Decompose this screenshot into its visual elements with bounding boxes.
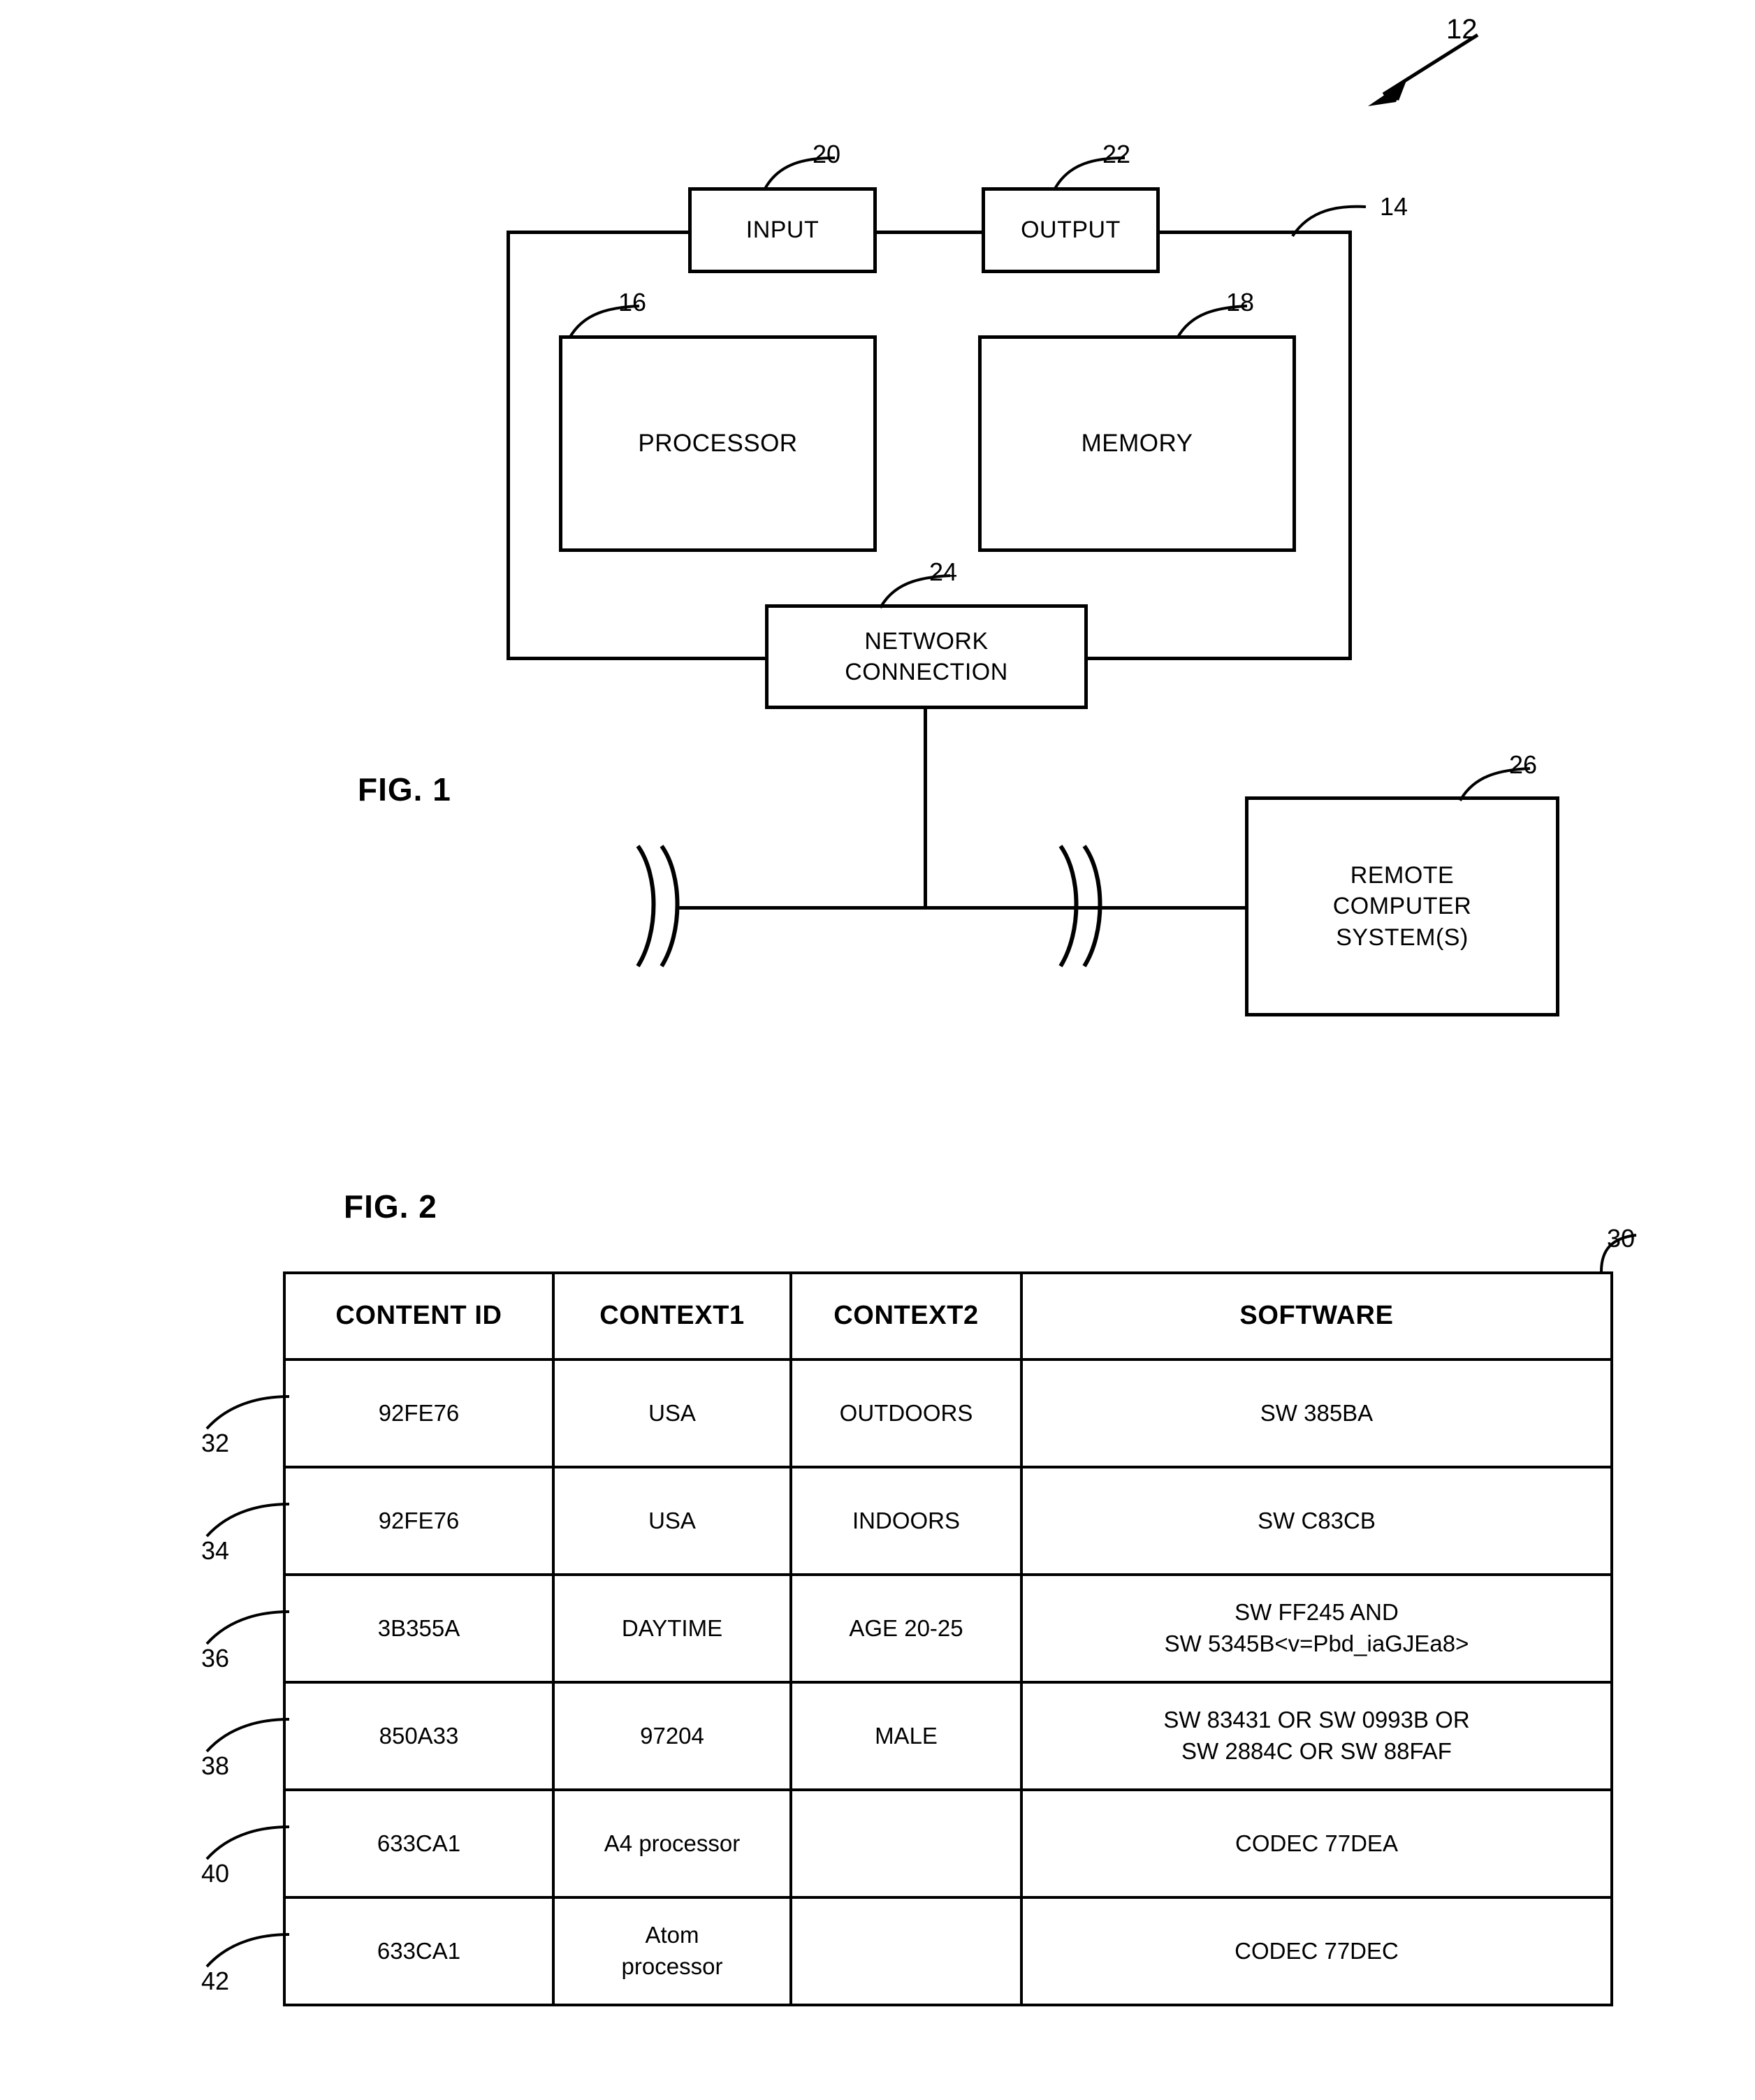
ref-number-12: 12 <box>1446 14 1478 45</box>
block-network-label-line2: CONNECTION <box>845 659 1008 685</box>
block-processor-label: PROCESSOR <box>638 430 798 458</box>
cell-context2 <box>789 1896 1023 2006</box>
figure-1-caption: FIG. 1 <box>358 771 451 808</box>
ref-number-36: 36 <box>201 1644 230 1672</box>
bus-right-vertical <box>1348 231 1352 660</box>
block-processor: PROCESSOR <box>559 335 877 552</box>
block-memory-label: MEMORY <box>1081 430 1193 458</box>
ref-number-18: 18 <box>1226 288 1255 316</box>
column-header-software: SOFTWARE <box>1020 1271 1613 1361</box>
block-network-label-line1: NETWORK <box>864 627 989 655</box>
block-remote-computer-system: REMOTE COMPUTER SYSTEM(S) <box>1245 796 1559 1016</box>
network-drop-line <box>924 709 927 908</box>
cell-content-id: 850A33 <box>283 1681 555 1791</box>
block-remote-label-line1: REMOTE <box>1350 862 1455 889</box>
cell-context2: MALE <box>789 1681 1023 1791</box>
column-header-context2: CONTEXT2 <box>789 1271 1023 1361</box>
network-bus-left <box>678 906 924 910</box>
cell-software: CODEC 77DEC <box>1020 1896 1613 2006</box>
cell-context1: Atom processor <box>552 1896 792 2006</box>
cell-software: SW 385BA <box>1020 1358 1613 1468</box>
ref-number-22: 22 <box>1102 140 1131 168</box>
table-row: 92FE76 USA OUTDOORS SW 385BA <box>283 1358 1613 1468</box>
ref-number-38: 38 <box>201 1751 230 1780</box>
figure-2-caption: FIG. 2 <box>344 1188 437 1225</box>
ref-number-14: 14 <box>1380 192 1408 221</box>
cell-content-id: 633CA1 <box>283 1896 555 2006</box>
cell-content-id: 92FE76 <box>283 1358 555 1468</box>
block-memory: MEMORY <box>978 335 1296 552</box>
cell-content-id: 633CA1 <box>283 1788 555 1899</box>
cell-software: SW FF245 AND SW 5345B<v=Pbd_iaGJEa8> <box>1020 1573 1613 1684</box>
bus-left-vertical <box>507 231 510 660</box>
block-input-label: INPUT <box>745 217 820 244</box>
cell-software: CODEC 77DEA <box>1020 1788 1613 1899</box>
cell-context1: DAYTIME <box>552 1573 792 1684</box>
ref-number-34: 34 <box>201 1536 230 1565</box>
block-remote-label-line2: COMPUTER <box>1332 893 1472 920</box>
block-output-label: OUTPUT <box>1021 217 1121 244</box>
break-symbol-right <box>1058 845 1102 968</box>
table-row: 3B355A DAYTIME AGE 20-25 SW FF245 AND SW … <box>283 1573 1613 1684</box>
cell-context2: AGE 20-25 <box>789 1573 1023 1684</box>
ref-number-30: 30 <box>1607 1224 1636 1253</box>
table-row: 850A33 97204 MALE SW 83431 OR SW 0993B O… <box>283 1681 1613 1791</box>
cell-context2 <box>789 1788 1023 1899</box>
block-input: INPUT <box>688 187 877 273</box>
cell-context1: A4 processor <box>552 1788 792 1899</box>
cell-context2: OUTDOORS <box>789 1358 1023 1468</box>
block-network-connection: NETWORK CONNECTION <box>765 604 1088 709</box>
ref-number-26: 26 <box>1509 750 1538 779</box>
patent-figure-page: 12 14 INPUT 20 OUTPUT 22 PROCESSOR 16 ME… <box>0 0 1755 2100</box>
cell-software: SW 83431 OR SW 0993B OR SW 2884C OR SW 88… <box>1020 1681 1613 1791</box>
bus-input-output-segment <box>877 231 982 234</box>
cell-content-id: 3B355A <box>283 1573 555 1684</box>
cell-context2: INDOORS <box>789 1466 1023 1576</box>
ref-number-40: 40 <box>201 1859 230 1888</box>
table-header-row: CONTENT ID CONTEXT1 CONTEXT2 SOFTWARE <box>283 1271 1613 1361</box>
column-header-content-id: CONTENT ID <box>283 1271 555 1361</box>
table-row: 633CA1 Atom processor CODEC 77DEC <box>283 1896 1613 2006</box>
bus-bottom-right-segment <box>1086 657 1352 660</box>
ref-number-24: 24 <box>929 557 958 586</box>
bus-bottom-left-segment <box>507 657 769 660</box>
cell-context1: USA <box>552 1358 792 1468</box>
break-symbol-left <box>636 845 680 968</box>
column-header-context1: CONTEXT1 <box>552 1271 792 1361</box>
table-row: 633CA1 A4 processor CODEC 77DEA <box>283 1788 1613 1899</box>
block-remote-label-line3: SYSTEM(S) <box>1336 924 1469 951</box>
ref-number-16: 16 <box>618 288 647 316</box>
cell-context1: USA <box>552 1466 792 1576</box>
cell-content-id: 92FE76 <box>283 1466 555 1576</box>
ref-number-20: 20 <box>813 140 841 168</box>
block-output: OUTPUT <box>982 187 1160 273</box>
leader-line-14 <box>1291 205 1367 238</box>
content-software-mapping-table: CONTENT ID CONTEXT1 CONTEXT2 SOFTWARE 92… <box>283 1271 1613 2006</box>
cell-software: SW C83CB <box>1020 1466 1613 1576</box>
ref-number-32: 32 <box>201 1429 230 1457</box>
cell-context1: 97204 <box>552 1681 792 1791</box>
table-row: 92FE76 USA INDOORS SW C83CB <box>283 1466 1613 1576</box>
bus-top-left-segment <box>507 231 688 234</box>
ref-number-42: 42 <box>201 1967 230 1995</box>
